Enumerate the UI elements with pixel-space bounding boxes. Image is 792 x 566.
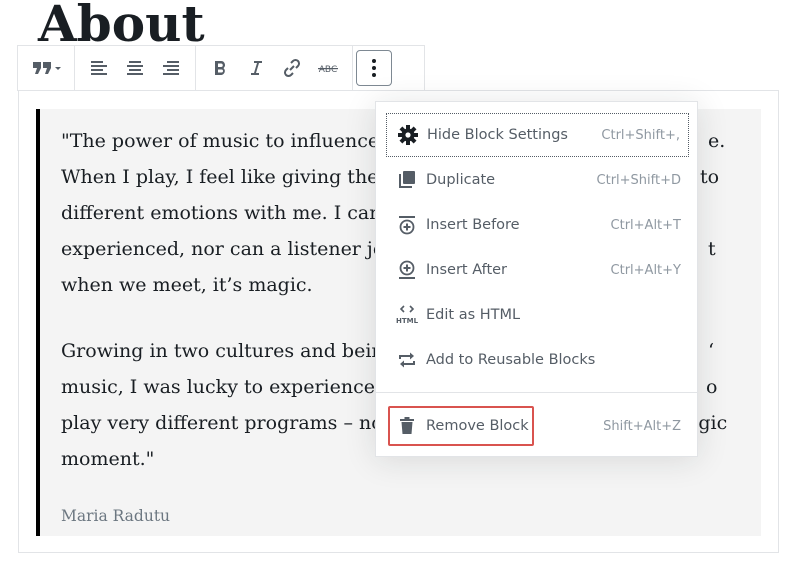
- menu-item-add-to-reusable-blocks[interactable]: Add to Reusable Blocks: [386, 338, 689, 382]
- strikethrough-icon: ABC: [318, 65, 338, 75]
- menu-item-edit-as-html[interactable]: HTML Edit as HTML: [386, 293, 689, 337]
- quote-line: experienced, nor can a listener jo: [61, 238, 385, 260]
- quote-line: Growing in two cultures and bein: [61, 340, 384, 362]
- menu-item-insert-before[interactable]: Insert Before Ctrl+Alt+T: [386, 203, 689, 247]
- insert-after-icon: [395, 258, 419, 282]
- align-center-icon: [127, 61, 143, 75]
- gear-icon: [396, 123, 420, 147]
- align-left-button[interactable]: [81, 50, 117, 86]
- toolbar-group-alignment: [75, 46, 196, 90]
- menu-item-shortcut: Ctrl+Alt+Y: [610, 262, 681, 278]
- quote-line-tail: o: [706, 376, 718, 398]
- menu-item-label: Add to Reusable Blocks: [426, 352, 596, 368]
- quote-line-tail: e.: [708, 130, 726, 152]
- quote-line-tail: ‘: [708, 340, 715, 362]
- menu-item-label: Edit as HTML: [426, 307, 521, 323]
- menu-item-label: Insert After: [426, 262, 508, 278]
- insert-before-icon: [395, 213, 419, 237]
- menu-item-shortcut: Ctrl+Shift+,: [601, 127, 680, 143]
- html-icon-text: HTML: [396, 317, 419, 325]
- reusable-block-icon: [395, 348, 419, 372]
- block-toolbar: ABC: [17, 45, 425, 91]
- menu-item-label: Hide Block Settings: [427, 127, 568, 143]
- menu-item-shortcut: Shift+Alt+Z: [603, 418, 681, 434]
- bold-button[interactable]: [202, 50, 238, 86]
- menu-item-label: Duplicate: [426, 172, 496, 188]
- quote-line: play very different programs – no: [61, 412, 383, 434]
- toolbar-group-block-type: [18, 46, 75, 90]
- duplicate-icon: [395, 168, 419, 192]
- html-icon: HTML: [395, 303, 419, 327]
- quote-line-tail: to: [700, 166, 720, 188]
- toolbar-group-formatting: ABC: [196, 46, 353, 90]
- quote-line: music, I was lucky to experience: [61, 376, 375, 398]
- italic-icon: [251, 61, 262, 75]
- menu-item-shortcut: Ctrl+Alt+T: [610, 217, 681, 233]
- bold-icon: [215, 61, 225, 75]
- align-right-button[interactable]: [153, 50, 189, 86]
- block-settings-menu: Hide Block Settings Ctrl+Shift+, Duplica…: [375, 101, 698, 457]
- more-vertical-icon: [372, 59, 376, 77]
- quote-icon: [33, 62, 61, 74]
- italic-button[interactable]: [238, 50, 274, 86]
- strikethrough-button[interactable]: ABC: [310, 50, 346, 86]
- link-icon: [283, 58, 301, 78]
- menu-separator: [376, 392, 697, 393]
- align-right-icon: [163, 61, 179, 75]
- more-options-button[interactable]: [356, 50, 392, 86]
- quote-line: moment.": [61, 448, 155, 470]
- quote-line: when we meet, it’s magic.: [61, 274, 313, 296]
- quote-line: different emotions with me. I can: [61, 202, 382, 224]
- quote-line: When I play, I feel like giving the: [61, 166, 379, 188]
- align-center-button[interactable]: [117, 50, 153, 86]
- link-button[interactable]: [274, 50, 310, 86]
- remove-block-highlight: [388, 406, 534, 446]
- toolbar-group-more: [353, 46, 395, 90]
- menu-item-hide-block-settings[interactable]: Hide Block Settings Ctrl+Shift+,: [386, 113, 689, 157]
- menu-item-insert-after[interactable]: Insert After Ctrl+Alt+Y: [386, 248, 689, 292]
- menu-item-duplicate[interactable]: Duplicate Ctrl+Shift+D: [386, 158, 689, 202]
- strikethrough-glyph: ABC: [319, 65, 337, 75]
- quote-line-tail: t: [708, 238, 716, 260]
- menu-item-shortcut: Ctrl+Shift+D: [596, 172, 681, 188]
- menu-item-label: Insert Before: [426, 217, 520, 233]
- menu-item-remove-block[interactable]: Remove Block Shift+Alt+Z: [386, 404, 689, 448]
- quote-line: "The power of music to influence: [61, 130, 380, 152]
- align-left-icon: [91, 61, 107, 75]
- change-block-type-button[interactable]: [24, 50, 68, 86]
- quote-citation[interactable]: Maria Radutu: [61, 507, 170, 525]
